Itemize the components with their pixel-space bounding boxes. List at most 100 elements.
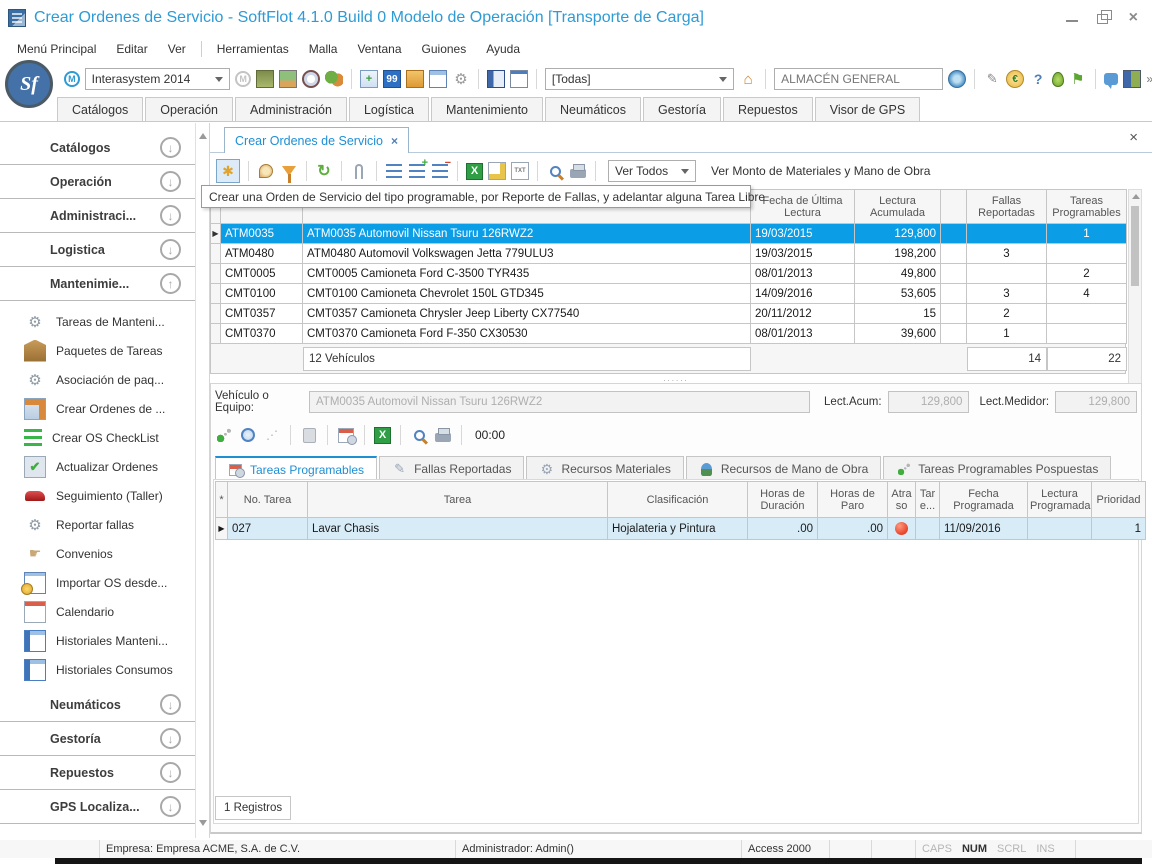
bug-icon[interactable] — [1052, 72, 1064, 87]
vehicle-row[interactable]: ATM0480 ATM0480 Automovil Volkswagen Jet… — [211, 244, 1127, 264]
tab-operacion[interactable]: Operación — [145, 97, 233, 121]
sidebar-scroll-strip[interactable] — [195, 123, 210, 838]
tools-search-icon[interactable]: ✎ — [983, 70, 1001, 88]
col-no-tarea[interactable]: No. Tarea — [228, 482, 308, 518]
tab-close-icon[interactable]: × — [391, 134, 398, 148]
attachment-icon[interactable] — [350, 162, 368, 180]
tree-collapse-icon[interactable] — [431, 162, 449, 180]
menu-malla[interactable]: Malla — [300, 39, 347, 59]
filter-icon[interactable] — [280, 162, 298, 180]
tab-mantenimiento[interactable]: Mantenimiento — [431, 97, 543, 121]
sidebar-section-operacion[interactable]: Operación ↓ — [0, 165, 195, 199]
col-tar-e[interactable]: Tar e... — [916, 482, 940, 518]
menu-herramientas[interactable]: Herramientas — [208, 39, 298, 59]
export-txt-icon[interactable]: TXT — [511, 162, 529, 180]
history-clock-icon[interactable] — [239, 426, 257, 444]
sidebar-item-convenios[interactable]: ☛Convenios — [0, 539, 195, 568]
menu-editar[interactable]: Editar — [107, 39, 156, 59]
col-horas-duracion[interactable]: Horas de Duración — [748, 482, 818, 518]
task-row-selected[interactable]: ▶ 027 Lavar Chasis Hojalateria y Pintura… — [216, 518, 1146, 540]
sidebar-item-crear-ordenes[interactable]: Crear Ordenes de ... — [0, 394, 195, 423]
create-service-order-button[interactable]: ✱ — [216, 159, 240, 183]
postpone-task-icon[interactable] — [215, 426, 233, 444]
tab-administracion[interactable]: Administración — [235, 97, 347, 121]
menu-guiones[interactable]: Guiones — [413, 39, 476, 59]
col-atraso[interactable]: Atra so — [888, 482, 916, 518]
gauge-icon[interactable] — [302, 70, 320, 88]
col-tareas-programables[interactable]: Tareas Programables — [1047, 190, 1127, 224]
col-prioridad[interactable]: Prioridad — [1092, 482, 1146, 518]
sidebar-item-crear-os-checklist[interactable]: Crear OS CheckList — [0, 423, 195, 452]
schedule-task-icon[interactable] — [337, 426, 355, 444]
badge-99-icon[interactable]: 99 — [383, 70, 401, 88]
new-document-icon[interactable]: + — [360, 70, 378, 88]
help-icon[interactable]: ? — [1029, 70, 1047, 88]
flag-icon[interactable]: ⚑ — [1069, 70, 1087, 88]
refresh-icon[interactable]: ↻ — [315, 162, 333, 180]
home-icon[interactable]: ⌂ — [739, 70, 757, 88]
restore-button[interactable] — [1097, 12, 1111, 24]
sidebar-item-actualizar-ordenes[interactable]: ✔Actualizar Ordenes — [0, 452, 195, 481]
sidebar-item-calendario[interactable]: Calendario — [0, 597, 195, 626]
tab-visor-gps[interactable]: Visor de GPS — [815, 97, 921, 121]
sidebar-item-reportar-fallas[interactable]: ⚙Reportar fallas — [0, 510, 195, 539]
scroll-down-icon[interactable] — [199, 820, 207, 826]
form-icon[interactable] — [429, 70, 447, 88]
people-icon[interactable] — [325, 70, 343, 88]
zoom-icon[interactable] — [546, 162, 564, 180]
tab-catalogos[interactable]: Catálogos — [57, 97, 143, 121]
col-clasificacion[interactable]: Clasificación — [608, 482, 748, 518]
vehicle-row[interactable]: CMT0100 CMT0100 Camioneta Chevrolet 150L… — [211, 284, 1127, 304]
vehicles-grid-scrollbar[interactable] — [1128, 189, 1142, 403]
tab-neumaticos[interactable]: Neumáticos — [545, 97, 641, 121]
col-horas-paro[interactable]: Horas de Paro — [818, 482, 888, 518]
menu-ayuda[interactable]: Ayuda — [477, 39, 529, 59]
vehicle-row[interactable]: CMT0357 CMT0357 Camioneta Chrysler Jeep … — [211, 304, 1127, 324]
globe-icon[interactable] — [948, 70, 966, 88]
view-materials-label[interactable]: Ver Monto de Materiales y Mano de Obra — [711, 164, 930, 178]
minimize-button[interactable] — [1065, 12, 1079, 24]
sidebar-section-logistica[interactable]: Logistica ↓ — [0, 233, 195, 267]
clipboard-icon[interactable] — [406, 70, 424, 88]
col-fallas-reportadas[interactable]: Fallas Reportadas — [967, 190, 1047, 224]
menu-ventana[interactable]: Ventana — [348, 39, 410, 59]
windows-icon[interactable] — [510, 70, 528, 88]
col-lectura-programada[interactable]: Lectura Programada — [1028, 482, 1092, 518]
sidebar-section-repuestos[interactable]: Repuestos ↓ — [0, 756, 195, 790]
col-blank[interactable] — [941, 190, 967, 224]
sidebar-section-neumaticos[interactable]: Neumáticos ↓ — [0, 688, 195, 722]
document-close-icon[interactable]: × — [1129, 129, 1138, 146]
tab-gestoria[interactable]: Gestoría — [643, 97, 721, 121]
print-icon[interactable] — [434, 426, 452, 444]
sidebar-item-importar-os[interactable]: Importar OS desde... — [0, 568, 195, 597]
menu-principal[interactable]: Menú Principal — [8, 39, 105, 59]
scroll-up-icon[interactable] — [1132, 194, 1140, 199]
col-tarea[interactable]: Tarea — [308, 482, 608, 518]
image-icon[interactable] — [279, 70, 297, 88]
m-badge-icon[interactable]: M — [64, 71, 80, 87]
search-document-icon[interactable] — [257, 162, 275, 180]
scroll-up-icon[interactable] — [199, 133, 207, 139]
chat-icon[interactable] — [1104, 73, 1119, 85]
vehicle-row[interactable]: CMT0370 CMT0370 Camioneta Ford F-350 CX3… — [211, 324, 1127, 344]
tab-logistica[interactable]: Logística — [349, 97, 429, 121]
sidebar-item-historiales-consumos[interactable]: Historiales Consumos — [0, 655, 195, 684]
sidebar-section-administracion[interactable]: Administraci... ↓ — [0, 199, 195, 233]
export-excel-icon[interactable]: X — [374, 427, 391, 444]
sidebar-item-historiales-mantenimiento[interactable]: Historiales Manteni... — [0, 626, 195, 655]
sidebar-section-mantenimiento[interactable]: Mantenimie... ↑ — [0, 267, 195, 301]
menu-ver[interactable]: Ver — [159, 39, 195, 59]
col-lectura-acumulada[interactable]: Lectura Acumulada — [855, 190, 941, 224]
export-excel-icon[interactable]: X — [466, 163, 483, 180]
sidebar-item-tareas-mantenimiento[interactable]: ⚙Tareas de Manteni... — [0, 307, 195, 336]
close-button[interactable]: × — [1129, 12, 1138, 24]
col-fecha-programada[interactable]: Fecha Programada — [940, 482, 1028, 518]
sidebar-section-gps-localizacion[interactable]: GPS Localiza... ↓ — [0, 790, 195, 824]
warehouse-input[interactable] — [774, 68, 943, 90]
company-combobox[interactable]: Interasystem 2014 — [85, 68, 231, 90]
currency-icon[interactable]: € — [1006, 70, 1024, 88]
tree-expand-icon[interactable] — [408, 162, 426, 180]
vehicle-row-selected[interactable]: ▶ ATM0035 ATM0035 Automovil Nissan Tsuru… — [211, 224, 1127, 244]
exit-icon[interactable] — [1123, 70, 1141, 88]
note-icon[interactable] — [488, 162, 506, 180]
